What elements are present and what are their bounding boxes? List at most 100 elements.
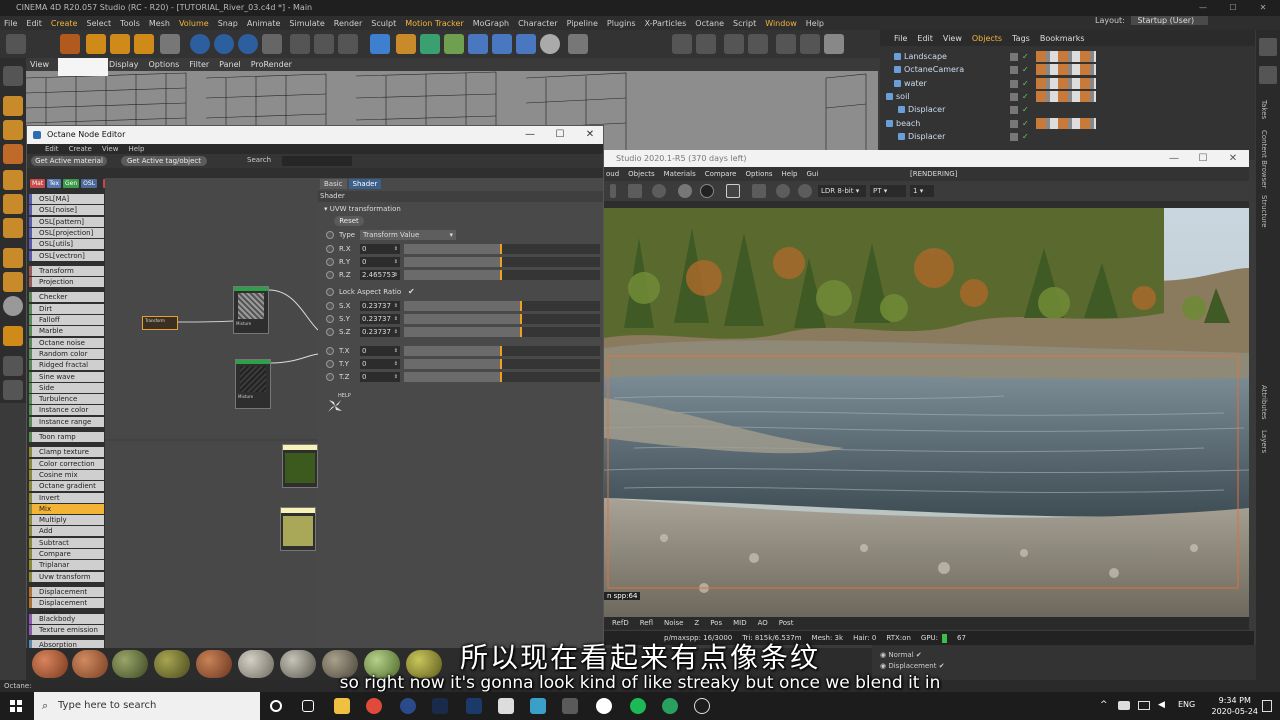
- node-editor-menu-view[interactable]: View: [102, 145, 119, 153]
- node-editor-close-icon[interactable]: ✕: [575, 126, 605, 144]
- keyframe-icon[interactable]: [326, 271, 334, 279]
- node-list-item[interactable]: Invert: [29, 492, 104, 503]
- focus-pick-icon[interactable]: [752, 184, 766, 198]
- restart-icon[interactable]: [628, 184, 642, 198]
- lock-icon[interactable]: [800, 34, 820, 54]
- viewport-menu-panel[interactable]: Panel: [219, 60, 241, 69]
- node-list-item[interactable]: Blackbody emission: [29, 613, 104, 633]
- workplane-icon[interactable]: [696, 34, 716, 54]
- node-list-item[interactable]: Projection: [29, 277, 104, 288]
- clock[interactable]: 9:34 PM 2020-05-24: [1212, 695, 1259, 717]
- uvw-group-header[interactable]: ▾ UVW transformation: [324, 205, 401, 213]
- tweak-mode-icon[interactable]: [3, 272, 23, 292]
- record-icon[interactable]: [700, 184, 714, 198]
- kernel-dropdown[interactable]: PT ▾: [870, 185, 906, 197]
- mixture-node-1[interactable]: Mixture: [233, 286, 269, 334]
- spinner-icon[interactable]: ⇕: [394, 372, 398, 382]
- live-viewer-menu-materials[interactable]: Materials: [664, 170, 696, 178]
- node-list-item[interactable]: Compare: [29, 549, 104, 559]
- lock-aspect-checkbox[interactable]: ✔: [408, 287, 415, 296]
- language-indicator[interactable]: ENG: [1178, 700, 1195, 709]
- spotify-icon[interactable]: [630, 698, 646, 714]
- select-tool-icon[interactable]: [60, 34, 80, 54]
- menu-item-character[interactable]: Character: [518, 19, 558, 28]
- menu-item-select[interactable]: Select: [86, 19, 111, 28]
- pass-tab-noise[interactable]: Noise: [664, 619, 683, 627]
- type-keyframe-icon[interactable]: [326, 231, 334, 239]
- param-value-input[interactable]: 0 ⇕: [360, 244, 400, 254]
- taskbar-search-input[interactable]: ⌕ Type here to search: [34, 692, 260, 720]
- object-row[interactable]: Displacer ✓: [880, 130, 1255, 143]
- node-list-item[interactable]: Triplanar: [29, 560, 104, 571]
- floor-icon[interactable]: [492, 34, 512, 54]
- viewport-menu-view[interactable]: View: [30, 60, 49, 69]
- lock-workplane-icon[interactable]: [3, 356, 23, 376]
- category-tab-osl[interactable]: OSL: [81, 179, 98, 188]
- keyframe-icon[interactable]: [326, 328, 334, 336]
- menu-item-render[interactable]: Render: [334, 19, 362, 28]
- focus-icon[interactable]: [776, 184, 790, 198]
- render-settings-icon[interactable]: [338, 34, 358, 54]
- node-list-item[interactable]: Instance color: [29, 405, 104, 416]
- axis-mode-icon[interactable]: [3, 248, 23, 268]
- spinner-icon[interactable]: ⇕: [394, 301, 398, 311]
- keyframe-icon[interactable]: [326, 245, 334, 253]
- node-list-item[interactable]: Cosine mix: [29, 469, 104, 480]
- live-viewer-menu-gui[interactable]: Gui: [806, 170, 818, 178]
- tray-app-icon[interactable]: [1118, 701, 1130, 710]
- edges-mode-icon[interactable]: [3, 194, 23, 214]
- pass-tab-ao[interactable]: AO: [758, 619, 768, 627]
- menu-item-file[interactable]: File: [4, 19, 17, 28]
- pass-tab-pos[interactable]: Pos: [710, 619, 722, 627]
- make-editable-icon[interactable]: [3, 66, 23, 86]
- param-slider[interactable]: [404, 314, 600, 324]
- color-node-green[interactable]: [282, 444, 318, 488]
- node-list-item[interactable]: Toon ramp: [29, 432, 104, 442]
- node-list-item[interactable]: Marble: [29, 326, 104, 337]
- menu-item-mesh[interactable]: Mesh: [149, 19, 170, 28]
- deformer-icon[interactable]: [468, 34, 488, 54]
- menu-item-script[interactable]: Script: [733, 19, 756, 28]
- node-list-item[interactable]: Side: [29, 382, 104, 393]
- keyframe-icon[interactable]: [326, 373, 334, 381]
- keyframe-icon[interactable]: [326, 347, 334, 355]
- enabled-check-icon[interactable]: ✓: [1022, 63, 1029, 76]
- node-list-item[interactable]: OSL[vectron]: [29, 250, 104, 261]
- tag-icons[interactable]: [1036, 90, 1096, 102]
- object-row[interactable]: soil ✓: [880, 90, 1255, 103]
- get-active-material-button[interactable]: Get Active material: [31, 156, 107, 166]
- menu-item-plugins[interactable]: Plugins: [607, 19, 636, 28]
- side-tab-attributes[interactable]: Attributes: [1260, 385, 1268, 420]
- enabled-check-icon[interactable]: ✓: [1022, 90, 1029, 103]
- node-list-item[interactable]: Instance range: [29, 416, 104, 427]
- enabled-check-icon[interactable]: ✓: [1022, 117, 1029, 130]
- objects-menu-tags[interactable]: Tags: [1012, 34, 1030, 43]
- steam-icon[interactable]: [432, 698, 448, 714]
- spinner-icon[interactable]: ⇕: [394, 327, 398, 337]
- coord-system-icon[interactable]: [262, 34, 282, 54]
- keyframe-icon[interactable]: [326, 302, 334, 310]
- menu-item-octane[interactable]: Octane: [695, 19, 724, 28]
- side-tab-content-browser[interactable]: Content Browser: [1260, 130, 1268, 188]
- viewport-menu-filter[interactable]: Filter: [189, 60, 209, 69]
- node-editor-menu-create[interactable]: Create: [69, 145, 92, 153]
- param-slider[interactable]: [404, 301, 600, 311]
- live-viewer-maximize-icon[interactable]: ☐: [1188, 150, 1218, 167]
- objects-menu-objects[interactable]: Objects: [972, 34, 1002, 43]
- objects-menu-bookmarks[interactable]: Bookmarks: [1040, 34, 1085, 43]
- visibility-icon[interactable]: [1010, 53, 1018, 61]
- layout-selector[interactable]: Layout: Startup (User): [1095, 16, 1209, 30]
- pause-icon[interactable]: [610, 184, 616, 198]
- z-axis-icon[interactable]: [238, 34, 258, 54]
- spinner-icon[interactable]: ⇕: [394, 359, 398, 369]
- visibility-icon[interactable]: [1010, 132, 1018, 141]
- param-value-input[interactable]: 0 ⇕: [360, 346, 400, 356]
- side-tab-layers[interactable]: Layers: [1260, 430, 1268, 453]
- node-list-item[interactable]: OSL[noise]: [29, 205, 104, 216]
- pass-tab-refl[interactable]: Refl: [640, 619, 653, 627]
- node-list-item[interactable]: Random color: [29, 348, 104, 359]
- count-dropdown[interactable]: 1 ▾: [910, 185, 934, 197]
- tab-basic[interactable]: Basic: [320, 179, 347, 189]
- param-value-input[interactable]: 0 ⇕: [360, 372, 400, 382]
- node-list-item[interactable]: Checker: [29, 292, 104, 303]
